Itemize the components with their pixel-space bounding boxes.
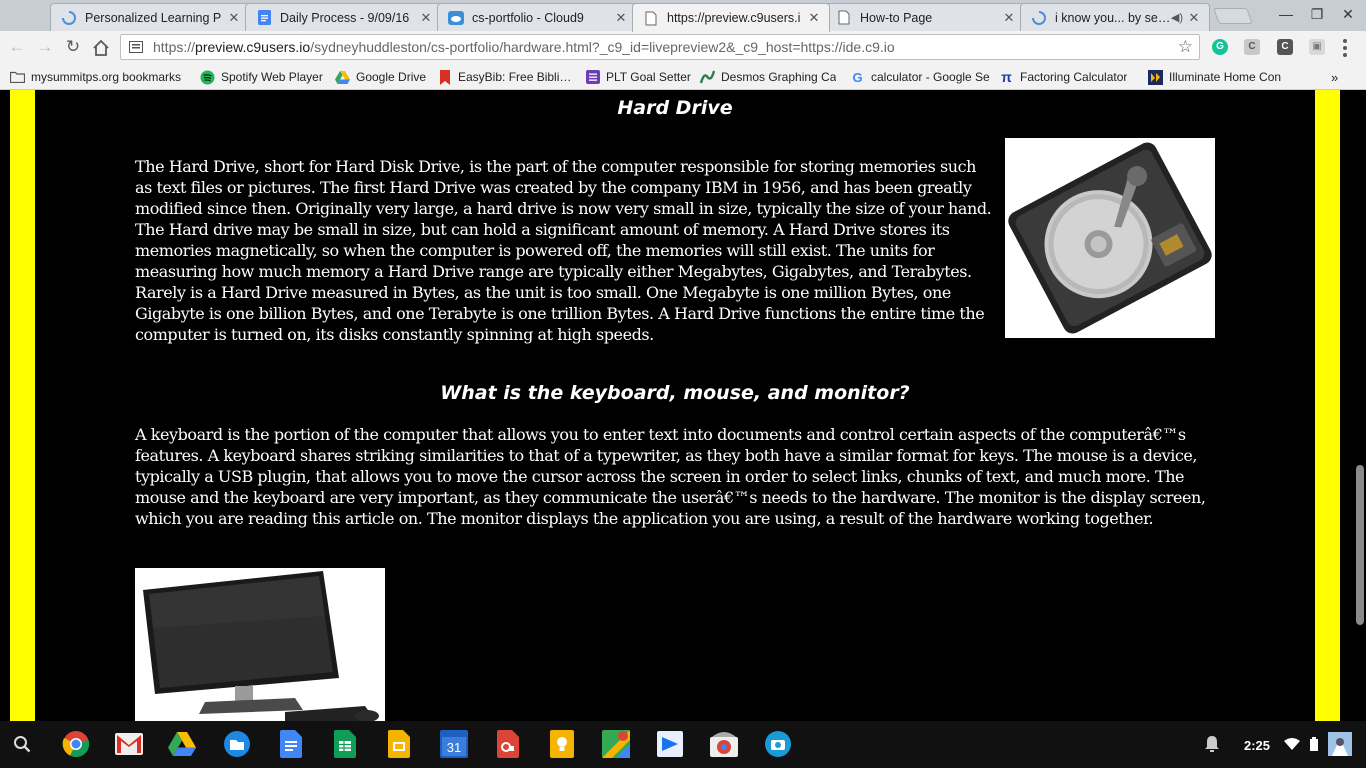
bookmarks-bar: mysummitps.org bookmarks Spotify Web Pla…	[0, 63, 1366, 90]
tab-title: https://preview.c9users.i	[667, 11, 801, 25]
browser-toolbar: ← → ↻ https://preview.c9users.io/sydneyh…	[0, 31, 1366, 63]
bookmark-mysummitps[interactable]: mysummitps.org bookmarks	[10, 68, 192, 86]
minimize-icon[interactable]: —	[1276, 6, 1296, 22]
google-docs-icon[interactable]	[276, 729, 306, 759]
wevideo-icon[interactable]	[655, 729, 685, 759]
speaker-icon[interactable]: ◀)	[1171, 11, 1183, 24]
google-icon: G	[852, 69, 863, 85]
bookmark-spotify[interactable]: Spotify Web Player	[200, 68, 328, 86]
pi-icon: π	[1001, 69, 1012, 85]
bookmark-google-drive[interactable]: Google Drive	[335, 68, 427, 86]
close-icon[interactable]: ✕	[225, 10, 243, 26]
left-yellow-border	[10, 90, 35, 721]
google-drive-icon	[335, 70, 350, 85]
hard-drive-paragraph: The Hard Drive, short for Hard Disk Driv…	[135, 157, 992, 344]
tab-personalized-learning[interactable]: Personalized Learning P ✕	[50, 3, 250, 31]
home-button[interactable]	[90, 37, 112, 59]
tab-cloud9[interactable]: cs-portfolio - Cloud9 ✕	[437, 3, 637, 31]
camera-icon[interactable]	[763, 729, 793, 759]
close-icon[interactable]: ✕	[612, 10, 630, 26]
battery-icon	[1310, 736, 1319, 754]
close-icon[interactable]: ✕	[1000, 10, 1018, 26]
more-bookmarks-icon[interactable]: »	[1331, 68, 1347, 86]
google-calendar-icon[interactable]: 31	[439, 729, 469, 759]
google-sheets-icon[interactable]	[330, 729, 360, 759]
tab-title: Personalized Learning P	[85, 10, 222, 25]
google-keep-icon[interactable]	[547, 729, 577, 759]
scrollbar-thumb[interactable]	[1356, 465, 1364, 625]
plt-icon	[585, 70, 600, 85]
notifications-icon[interactable]	[1197, 729, 1227, 759]
tab-preview[interactable]: https://preview.c9users.i ✕	[632, 3, 830, 32]
address-bar[interactable]: https://preview.c9users.io/sydneyhuddles…	[120, 34, 1200, 60]
bookmark-google-calculator[interactable]: G calculator - Google Se	[850, 68, 990, 86]
hard-drive-heading: Hard Drive	[617, 97, 733, 119]
page-scrollbar[interactable]	[1354, 90, 1366, 721]
chrome-icon[interactable]	[61, 729, 91, 759]
clock-text: 2:25	[1244, 737, 1271, 753]
page-icon	[643, 10, 659, 26]
loading-spinner-icon	[61, 10, 77, 26]
tab-title: Daily Process - 9/09/16	[280, 10, 410, 25]
chrome-menu-icon[interactable]	[1342, 39, 1348, 57]
tab-daily-process[interactable]: Daily Process - 9/09/16 ✕	[245, 3, 442, 31]
bookmark-illuminate[interactable]: Illuminate Home Con	[1148, 68, 1288, 86]
hard-drive-image	[1005, 138, 1215, 338]
avatar	[1328, 731, 1353, 759]
new-tab-button[interactable]	[1213, 8, 1253, 24]
svg-text:31: 31	[447, 740, 461, 755]
peripherals-paragraph: A keyboard is the portion of the compute…	[135, 425, 1206, 528]
tab-how-to-page[interactable]: How-to Page ✕	[825, 3, 1025, 31]
peripherals-heading: What is the keyboard, mouse, and monitor…	[440, 382, 910, 404]
wifi-icon	[1284, 737, 1301, 753]
url-text: https://preview.c9users.io/sydneyhuddles…	[153, 39, 895, 55]
page-info-icon[interactable]	[127, 40, 145, 54]
close-icon[interactable]: ✕	[1185, 10, 1203, 26]
chrome-webstore-icon[interactable]	[709, 729, 739, 759]
google-office-icon[interactable]	[493, 729, 523, 759]
page-icon	[836, 10, 852, 26]
tab-title: i know you... by seiji o	[1055, 10, 1171, 25]
close-icon[interactable]: ✕	[417, 10, 435, 26]
bookmark-star-icon[interactable]: ☆	[1178, 37, 1193, 57]
folder-icon	[10, 70, 25, 85]
search-icon[interactable]	[7, 729, 37, 759]
reload-button[interactable]: ↻	[62, 37, 84, 59]
extension-puzzle-icon[interactable]: ▣	[1309, 39, 1325, 55]
tab-title: How-to Page	[860, 10, 933, 25]
gmail-icon[interactable]	[114, 729, 144, 759]
tab-strip: Personalized Learning P ✕ Daily Process …	[0, 0, 1366, 32]
close-icon[interactable]: ✕	[805, 10, 823, 26]
right-yellow-border	[1315, 90, 1340, 721]
loading-spinner-icon	[1031, 10, 1047, 26]
chromeos-shelf: 31	[0, 721, 1366, 768]
bookmark-easybib[interactable]: EasyBib: Free Bibliogr	[437, 68, 574, 86]
files-icon[interactable]	[222, 729, 252, 759]
extension-c-dark-icon[interactable]: C	[1277, 39, 1293, 55]
google-docs-icon	[256, 10, 272, 26]
illuminate-icon	[1148, 69, 1163, 85]
window-close-icon[interactable]: ✕	[1338, 6, 1358, 23]
bookmark-desmos[interactable]: Desmos Graphing Ca	[700, 68, 838, 86]
forward-button[interactable]: →	[34, 37, 56, 59]
cloud9-icon	[448, 10, 464, 26]
google-slides-icon[interactable]	[384, 729, 414, 759]
bookmark-plt-goal-setter[interactable]: PLT Goal Setter	[585, 68, 691, 86]
tab-music[interactable]: i know you... by seiji o ◀) ✕	[1020, 3, 1210, 31]
desmos-icon	[700, 70, 715, 85]
google-maps-icon[interactable]	[601, 729, 631, 759]
restore-icon[interactable]: ❐	[1307, 6, 1327, 23]
status-area[interactable]: 2:25	[1232, 728, 1366, 762]
spotify-icon	[200, 70, 215, 85]
monitor-image	[135, 568, 385, 721]
bookmark-factoring-calculator[interactable]: π Factoring Calculator	[999, 68, 1139, 86]
extension-c-icon[interactable]: C	[1244, 39, 1260, 55]
tab-title: cs-portfolio - Cloud9	[472, 10, 584, 25]
grammarly-icon[interactable]: G	[1212, 39, 1228, 55]
page-content: Hard Drive The Hard Drive, short for Har…	[0, 90, 1366, 721]
back-button[interactable]: ←	[6, 37, 28, 59]
google-drive-icon[interactable]	[167, 729, 197, 759]
easybib-icon	[437, 69, 452, 85]
